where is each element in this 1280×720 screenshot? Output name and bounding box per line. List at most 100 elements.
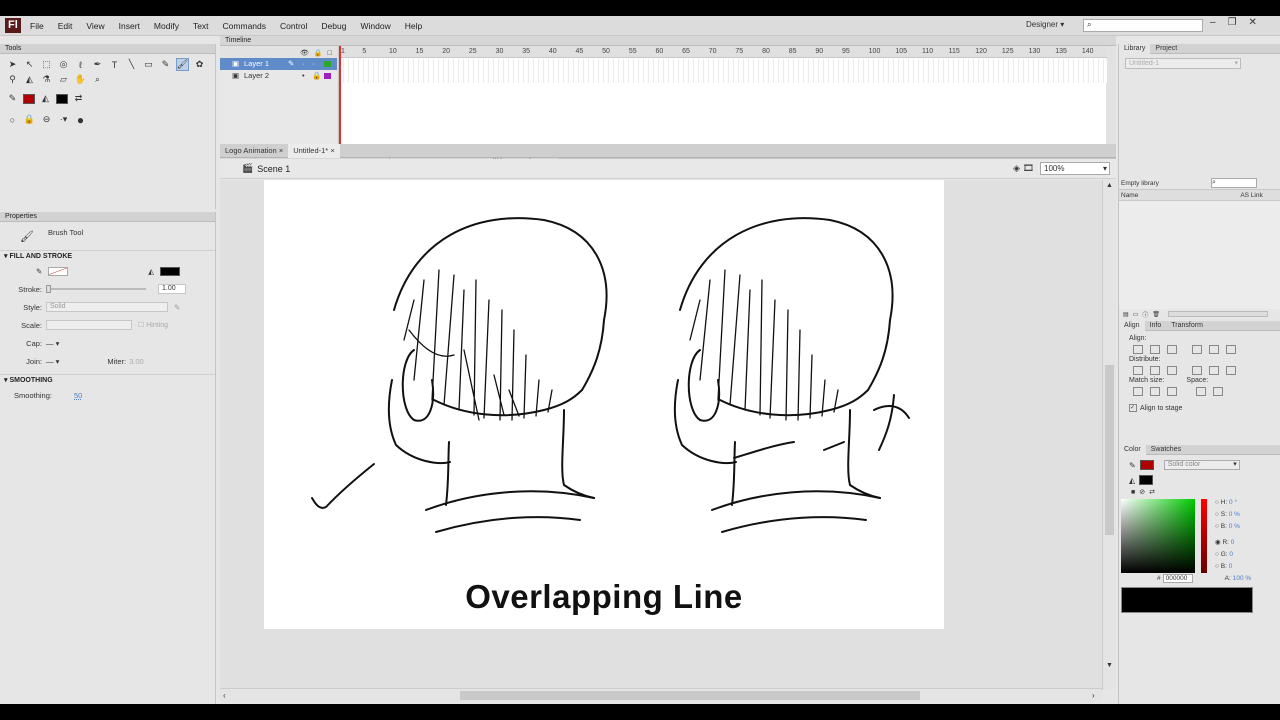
saturation-value[interactable]: 0 % xyxy=(1229,511,1240,518)
frame-grid[interactable]: 1 5 10 15 20 25 30 35 40 45 50 55 60 65 70 75 80 85 90 95 10… xyxy=(338,46,1107,154)
hex-input[interactable]: 000000 xyxy=(1162,574,1193,583)
layer-row[interactable]: ▣ Layer 1 ✎ · · xyxy=(220,58,337,70)
hscroll-thumb[interactable] xyxy=(460,691,920,700)
lock-icon[interactable]: 🔒 xyxy=(314,49,323,57)
menu-help[interactable]: Help xyxy=(405,21,422,31)
pasteboard[interactable]: Overlapping Line xyxy=(220,180,1102,690)
align-vcenter-icon[interactable] xyxy=(1209,344,1219,354)
scroll-up-icon[interactable]: ▲ xyxy=(1106,182,1113,189)
menu-file[interactable]: File xyxy=(30,21,44,31)
brush-size-icon[interactable]: ·▾ xyxy=(57,113,70,126)
properties-icon[interactable]: ⓘ xyxy=(1142,310,1148,319)
default-colors-icon[interactable]: ■ xyxy=(1131,489,1135,496)
stage-vscrollbar[interactable]: ▲ ▼ xyxy=(1102,180,1116,690)
hue-value[interactable]: 0 ° xyxy=(1229,499,1237,506)
stage[interactable]: Overlapping Line xyxy=(264,180,944,629)
no-color-icon[interactable]: ⊘ xyxy=(1139,488,1145,496)
match-both-icon[interactable] xyxy=(1167,386,1177,396)
scale-select[interactable] xyxy=(46,320,132,330)
eyedropper-tool-icon[interactable]: ⚗ xyxy=(40,73,53,86)
layer-color-swatch[interactable] xyxy=(324,73,331,79)
subselection-tool-icon[interactable]: ↖ xyxy=(23,58,36,71)
distribute-bottom-icon[interactable] xyxy=(1167,365,1177,375)
alpha-value[interactable]: 100 % xyxy=(1233,575,1251,582)
align-bottom-icon[interactable] xyxy=(1226,344,1236,354)
align-left-icon[interactable] xyxy=(1133,344,1143,354)
scroll-left-icon[interactable]: ‹ xyxy=(223,691,226,700)
align-right-icon[interactable] xyxy=(1167,344,1177,354)
free-transform-tool-icon[interactable]: ⬚ xyxy=(40,58,53,71)
style-select[interactable]: Solid xyxy=(46,302,168,312)
space-horizontal-icon[interactable] xyxy=(1213,386,1223,396)
swap-colors-icon[interactable]: ⇄ xyxy=(72,92,85,105)
scene-label[interactable]: Scene 1 xyxy=(257,164,290,174)
fill-color-well[interactable] xyxy=(160,266,181,276)
align-to-stage-checkbox[interactable]: ✓ Align to stage xyxy=(1119,404,1280,412)
menu-commands[interactable]: Commands xyxy=(223,21,266,31)
maximize-icon[interactable]: ❐ xyxy=(1228,17,1237,28)
align-hcenter-icon[interactable] xyxy=(1150,344,1160,354)
fill-stroke-section[interactable]: ▾ FILL AND STROKE xyxy=(0,250,215,262)
distribute-vcenter-icon[interactable] xyxy=(1150,365,1160,375)
pencil-tool-icon[interactable]: ✎ xyxy=(159,58,172,71)
library-hscrollbar[interactable] xyxy=(1167,311,1268,317)
layer-color-swatch[interactable] xyxy=(324,61,331,67)
match-width-icon[interactable] xyxy=(1133,386,1143,396)
new-folder-icon[interactable]: ▭ xyxy=(1133,311,1139,318)
bone-tool-icon[interactable]: ⚲ xyxy=(6,73,19,86)
tab-untitled-1[interactable]: Untitled-1* × xyxy=(288,143,340,158)
tab-swatches[interactable]: Swatches xyxy=(1146,445,1186,455)
3d-rotation-tool-icon[interactable]: ◎ xyxy=(57,58,70,71)
color-field[interactable] xyxy=(1121,499,1195,573)
stroke-color-well[interactable] xyxy=(48,266,69,276)
pen-tool-icon[interactable]: ✒ xyxy=(91,58,104,71)
selection-tool-icon[interactable]: ➤ xyxy=(6,58,19,71)
fill-color-swatch[interactable] xyxy=(56,93,68,104)
lock-fill-icon[interactable]: 🔒 xyxy=(23,113,36,126)
close-icon[interactable]: ✕ xyxy=(1249,17,1257,28)
color-type-select[interactable]: Solid color ▾ xyxy=(1163,460,1240,470)
match-height-icon[interactable] xyxy=(1150,386,1160,396)
eye-icon[interactable]: 👁 xyxy=(300,49,309,57)
tab-info[interactable]: Info xyxy=(1145,321,1167,331)
tab-transform[interactable]: Transform xyxy=(1166,321,1208,331)
stroke-color-swatch[interactable] xyxy=(1139,460,1154,470)
distribute-hcenter-icon[interactable] xyxy=(1209,365,1219,375)
layer-row[interactable]: ▣ Layer 2 • 🔒 xyxy=(220,70,337,82)
close-tab-icon[interactable]: × xyxy=(279,146,283,155)
new-symbol-icon[interactable]: ▤ xyxy=(1123,311,1129,318)
hue-slider[interactable] xyxy=(1201,499,1207,573)
hinting-checkbox[interactable]: ☐ Hinting xyxy=(138,321,168,329)
column-as-link[interactable]: AS Link xyxy=(1240,192,1262,199)
paint-bucket-tool-icon[interactable]: ◭ xyxy=(23,73,36,86)
help-search-input[interactable]: ⌕ xyxy=(1083,19,1203,32)
distribute-right-icon[interactable] xyxy=(1226,365,1236,375)
stage-hscrollbar[interactable]: ‹ › xyxy=(220,688,1102,702)
menu-text[interactable]: Text xyxy=(193,21,209,31)
eraser-tool-icon[interactable]: ▱ xyxy=(57,73,70,86)
stroke-color-swatch[interactable] xyxy=(23,93,35,104)
smoothing-section[interactable]: ▾ SMOOTHING xyxy=(0,374,215,386)
join-select[interactable]: — ▾ xyxy=(46,357,59,366)
frame-cells[interactable] xyxy=(339,59,1107,83)
column-name[interactable]: Name xyxy=(1121,192,1138,199)
stroke-slider[interactable] xyxy=(46,285,146,293)
distribute-top-icon[interactable] xyxy=(1133,365,1143,375)
outline-icon[interactable]: □ xyxy=(328,50,332,57)
edit-scene-icon[interactable]: 🎞 xyxy=(1023,163,1034,174)
rectangle-tool-icon[interactable]: ▭ xyxy=(142,58,155,71)
edit-style-icon[interactable]: ✎ xyxy=(174,303,180,312)
tab-logo-animation[interactable]: Logo Animation × xyxy=(220,144,288,158)
swap-colors-icon[interactable]: ⇄ xyxy=(1149,488,1155,496)
blue-value[interactable]: 0 xyxy=(1229,563,1233,570)
library-search-input[interactable]: ⌕ xyxy=(1210,178,1257,188)
edit-symbols-icon[interactable]: ◈ xyxy=(1013,163,1020,174)
hand-tool-icon[interactable]: ✋ xyxy=(74,73,87,86)
tab-project[interactable]: Project xyxy=(1150,44,1182,54)
line-tool-icon[interactable]: ╲ xyxy=(125,58,138,71)
align-top-icon[interactable] xyxy=(1192,344,1202,354)
brush-shape-icon[interactable]: ● xyxy=(74,113,87,127)
lasso-tool-icon[interactable]: ℓ xyxy=(74,58,87,71)
stage-caption[interactable]: Overlapping Line xyxy=(264,578,944,616)
zoom-select[interactable]: 100% ▾ xyxy=(1040,162,1110,175)
